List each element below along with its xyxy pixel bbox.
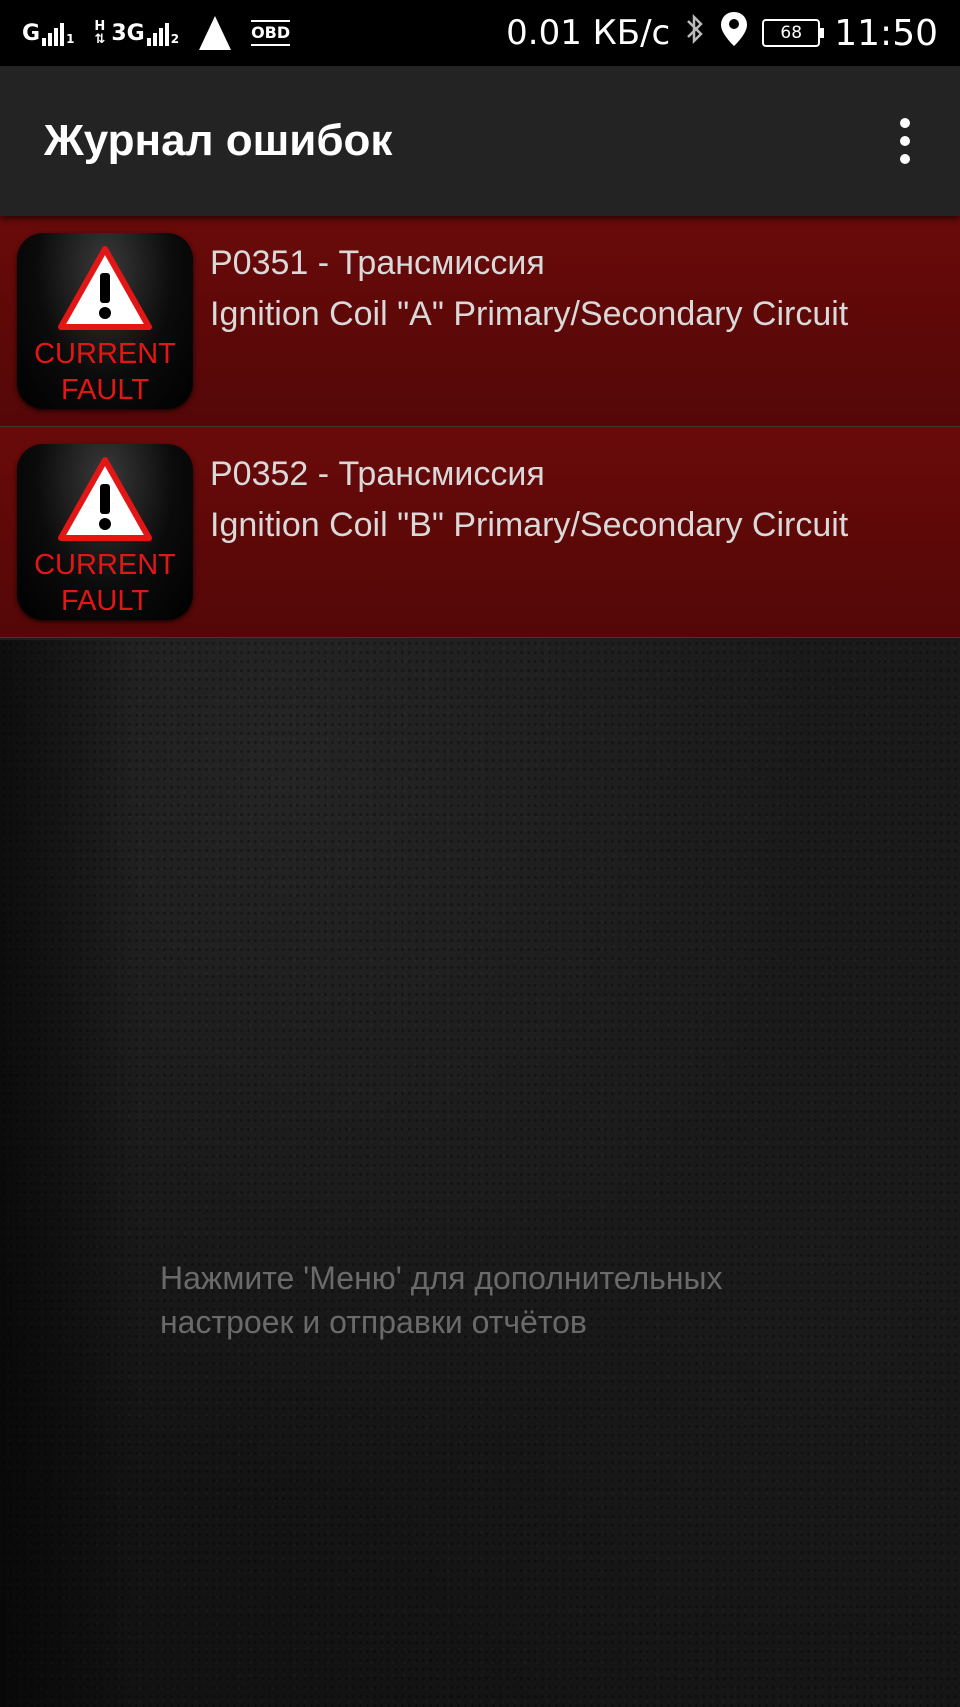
sim2-signal-icon: H ⇅ 3G 2 (94, 20, 179, 46)
badge-line2: FAULT (60, 585, 150, 617)
fault-separator: - (308, 455, 339, 493)
fault-description: Ignition Coil "A" Primary/Secondary Circ… (210, 295, 849, 333)
warning-triangle-icon (58, 457, 152, 541)
battery-icon: 68 (762, 19, 825, 47)
fault-code: P0351 (210, 244, 309, 282)
sim1-index: 1 (66, 32, 75, 46)
badge-line1: CURRENT (34, 338, 176, 370)
fault-system: Трансмиссия (338, 455, 545, 493)
fault-system: Трансмиссия (338, 244, 545, 282)
fault-title: P0352 - Трансмиссия (210, 449, 940, 500)
fault-item[interactable]: CURRENT FAULT P0352 - Трансмиссия Igniti… (0, 427, 960, 638)
network-speed: 0.01 КБ/с (506, 13, 671, 53)
background-shadow (0, 640, 140, 1707)
screen: G 1 H ⇅ 3G 2 OBD 0.01 КБ/с 68 11:50 Журн… (0, 0, 960, 1707)
warning-triangle-icon (58, 246, 152, 330)
current-fault-icon: CURRENT FAULT (17, 444, 193, 620)
bluetooth-icon (684, 12, 706, 54)
up-down-arrows-icon: ⇅ (94, 32, 106, 47)
status-bar-left: G 1 H ⇅ 3G 2 OBD (22, 16, 291, 50)
obd-icon: OBD (251, 20, 291, 46)
fault-code: P0352 (210, 455, 309, 493)
sim2-label: 3G (111, 21, 145, 46)
app-bar: Журнал ошибок (0, 66, 960, 216)
navigation-arrow-icon (199, 16, 232, 50)
menu-hint: Нажмите 'Меню' для дополнительных настро… (160, 1256, 800, 1344)
fault-text: P0351 - Трансмиссия Ignition Coil "A" Pr… (210, 238, 940, 340)
status-bar: G 1 H ⇅ 3G 2 OBD 0.01 КБ/с 68 11:50 (0, 0, 960, 66)
fault-list: CURRENT FAULT P0351 - Трансмиссия Igniti… (0, 216, 960, 638)
status-bar-right: 0.01 КБ/с 68 11:50 (506, 11, 938, 55)
sim2-index: 2 (170, 32, 180, 46)
fault-item[interactable]: CURRENT FAULT P0351 - Трансмиссия Igniti… (0, 216, 960, 427)
fault-text: P0352 - Трансмиссия Ignition Coil "B" Pr… (210, 449, 940, 551)
signal-bars-icon (42, 20, 65, 46)
fault-description: Ignition Coil "B" Primary/Secondary Circ… (210, 506, 849, 544)
page-title: Журнал ошибок (44, 116, 393, 165)
fault-separator: - (308, 244, 339, 282)
clock: 11:50 (834, 12, 938, 54)
sim1-signal-icon: G 1 (22, 20, 74, 46)
sim1-label: G (22, 21, 41, 46)
fault-title: P0351 - Трансмиссия (210, 238, 940, 289)
badge-line2: FAULT (60, 374, 150, 406)
data-activity-icon: H ⇅ (94, 20, 105, 46)
location-pin-icon (720, 11, 748, 55)
current-fault-icon: CURRENT FAULT (17, 233, 193, 409)
menu-hint-line2: настроек и отправки отчётов (160, 1304, 587, 1340)
menu-hint-line1: Нажмите 'Меню' для дополнительных (160, 1260, 723, 1296)
overflow-menu-icon[interactable] (894, 108, 916, 174)
badge-line1: CURRENT (34, 549, 176, 581)
signal-bars-icon (146, 20, 169, 46)
